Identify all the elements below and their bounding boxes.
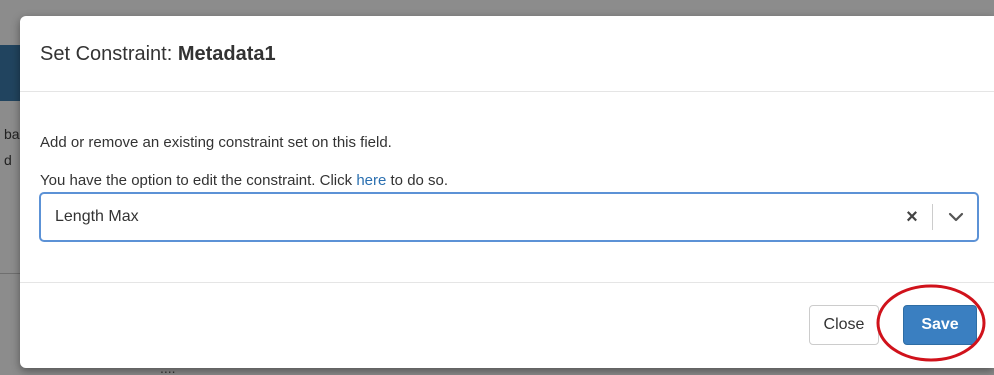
instruction-text: Add or remove an existing constraint set… <box>40 134 392 151</box>
background-text: ba <box>4 126 20 142</box>
edit-hint-text: You have the option to edit the constrai… <box>40 172 448 189</box>
background-text: d <box>4 152 12 168</box>
edit-constraint-link[interactable]: here <box>356 172 386 189</box>
select-separator <box>932 204 933 230</box>
close-icon[interactable]: × <box>901 206 923 228</box>
set-constraint-dialog: Set Constraint: Metadata1 Add or remove … <box>20 16 994 368</box>
edit-hint-prefix: You have the option to edit the constrai… <box>40 172 357 189</box>
dialog-title-entity: Metadata1 <box>177 43 276 65</box>
dialog-footer: Close Save <box>20 282 994 368</box>
background-divider <box>0 273 20 274</box>
save-button[interactable]: Save <box>903 305 977 345</box>
constraint-select[interactable]: Length Max × <box>40 193 978 241</box>
edit-hint-suffix: to do so. <box>386 172 449 189</box>
chevron-down-icon[interactable] <box>943 206 969 228</box>
dialog-title-prefix: Set Constraint: <box>40 43 178 65</box>
background-header-bar <box>0 45 20 101</box>
dialog-title: Set Constraint: Metadata1 <box>40 43 276 66</box>
constraint-select-value: Length Max <box>55 208 139 225</box>
dialog-header: Set Constraint: Metadata1 <box>20 16 994 92</box>
close-button[interactable]: Close <box>809 305 879 345</box>
